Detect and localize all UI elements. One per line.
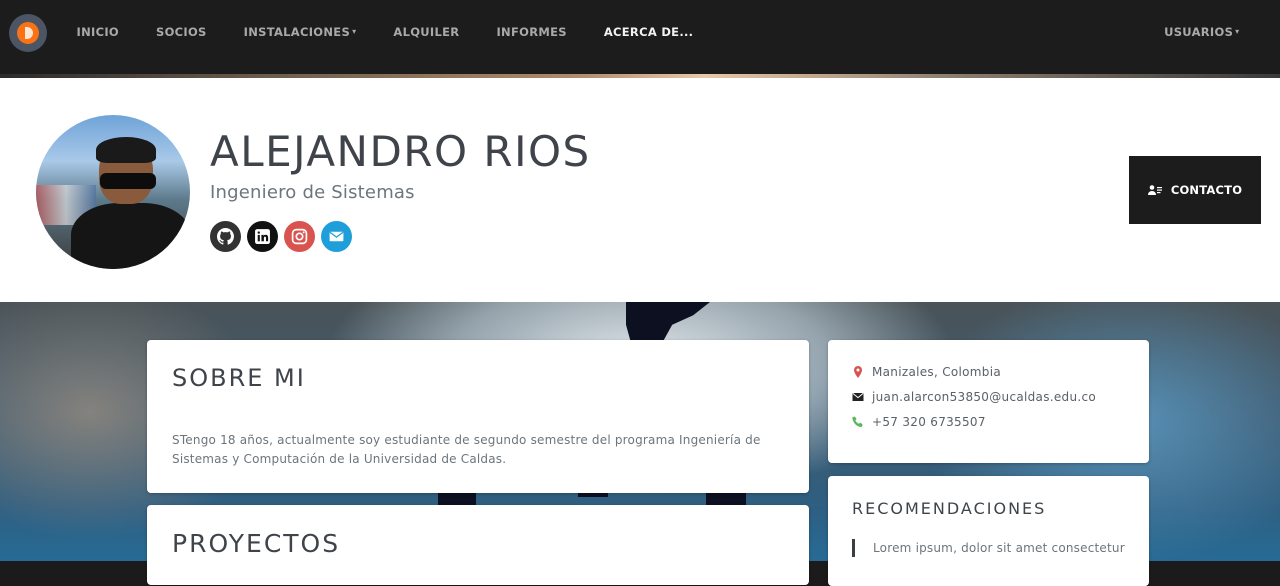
projects-card: PROYECTOS	[147, 505, 809, 585]
contact-card-icon	[1147, 185, 1162, 195]
top-navbar: INICIO SOCIOS INSTALACIONES ▾ ALQUILER IN…	[0, 0, 1280, 78]
profile-avatar	[36, 115, 190, 269]
linkedin-icon[interactable]	[247, 221, 278, 252]
social-links	[210, 221, 352, 252]
recommendation-quote: Lorem ipsum, dolor sit amet consectetur	[852, 539, 1145, 557]
envelope-icon	[852, 393, 864, 401]
github-icon[interactable]	[210, 221, 241, 252]
about-text: STengo 18 años, actualmente soy estudian…	[172, 433, 761, 466]
nav-item-usuarios[interactable]: USUARIOS ▾	[1146, 24, 1258, 40]
brand-logo-icon[interactable]	[9, 14, 47, 52]
location-row: Manizales, Colombia	[852, 365, 1001, 379]
nav-item-inicio[interactable]: INICIO	[58, 24, 137, 40]
nav-item-alquiler[interactable]: ALQUILER	[375, 24, 478, 40]
instagram-icon[interactable]	[284, 221, 315, 252]
email-row: juan.alarcon53850@ucaldas.edu.co	[852, 390, 1096, 404]
profile-name: ALEJANDRO RIOS	[210, 127, 591, 176]
nav-item-instalaciones[interactable]: INSTALACIONES ▾	[225, 24, 375, 40]
email-link[interactable]: juan.alarcon53850@ucaldas.edu.co	[872, 390, 1096, 404]
projects-title: PROYECTOS	[172, 529, 341, 558]
recommendations-title: RECOMENDACIONES	[852, 499, 1047, 518]
recommendations-card: RECOMENDACIONES Lorem ipsum, dolor sit a…	[828, 476, 1149, 586]
contact-info-card: Manizales, Colombia juan.alarcon53850@uc…	[828, 340, 1149, 463]
about-title: SOBRE MI	[172, 364, 306, 392]
contact-button[interactable]: CONTACTO	[1129, 156, 1261, 224]
phone-icon	[852, 416, 863, 427]
nav-item-informes[interactable]: INFORMES	[478, 24, 585, 40]
email-icon[interactable]	[321, 221, 352, 252]
profile-header: ALEJANDRO RIOS Ingeniero de Sistemas CON…	[0, 78, 1280, 302]
profile-title: Ingeniero de Sistemas	[210, 182, 415, 203]
nav-links: INICIO SOCIOS INSTALACIONES ▾ ALQUILER IN…	[58, 24, 712, 40]
nav-item-acerca-de[interactable]: ACERCA DE...	[585, 24, 712, 40]
caret-down-icon: ▾	[1235, 27, 1240, 36]
phone-row: +57 320 6735507	[852, 415, 986, 429]
map-pin-icon	[854, 366, 862, 378]
nav-item-socios[interactable]: SOCIOS	[137, 24, 225, 40]
caret-down-icon: ▾	[352, 27, 357, 36]
about-card: SOBRE MI STengo 18 años, actualmente soy…	[147, 340, 809, 493]
